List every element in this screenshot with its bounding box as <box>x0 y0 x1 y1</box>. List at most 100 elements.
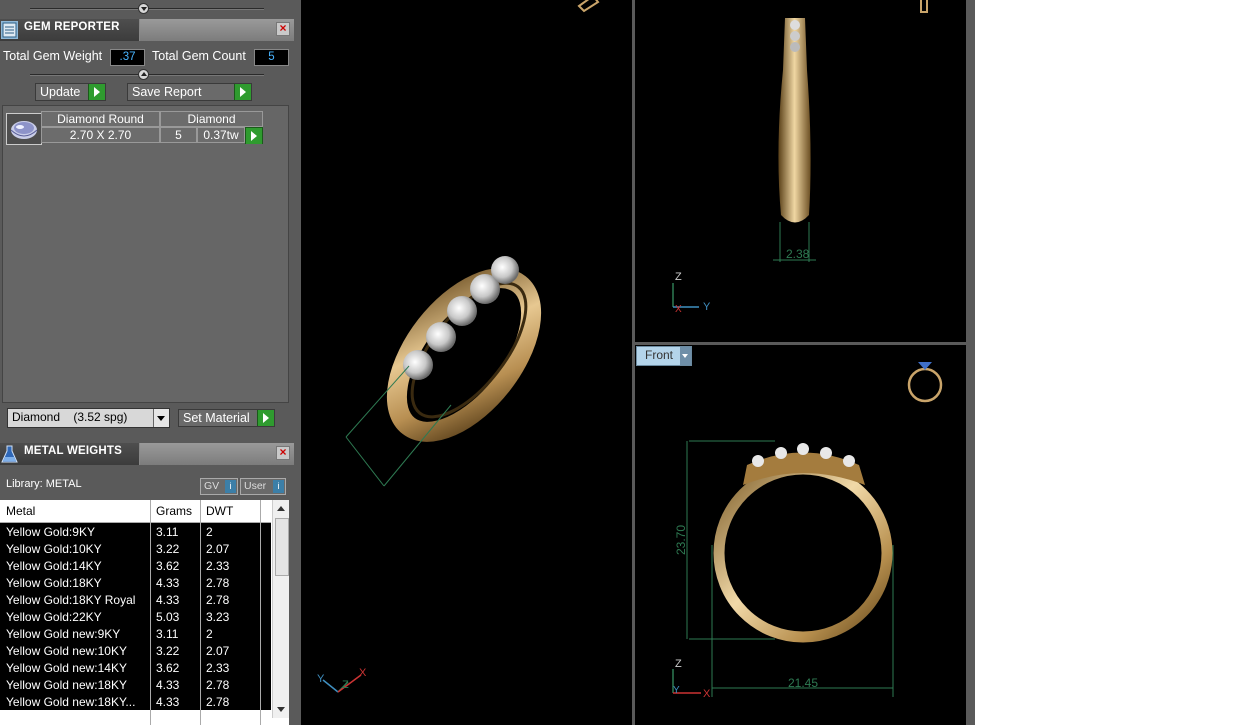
collapse-down-icon[interactable] <box>138 69 149 80</box>
table-row[interactable]: Yellow Gold new:10KY 3.22 2.07 <box>0 642 271 660</box>
left-panel: GEM REPORTER × Total Gem Weight .37 Tota… <box>0 0 294 725</box>
cell-grams: 3.22 <box>156 542 180 556</box>
cell-dwt: 2.07 <box>206 542 230 556</box>
table-row[interactable]: Yellow Gold:9KY 3.11 2 <box>0 523 271 541</box>
cell-metal: Yellow Gold new:18KY... <box>6 695 136 709</box>
table-row[interactable]: Yellow Gold new:14KY 3.62 2.33 <box>0 659 271 677</box>
cell-grams: 3.22 <box>156 644 180 658</box>
svg-text:Y: Y <box>703 301 711 313</box>
save-report-button[interactable]: Save Report <box>127 83 252 101</box>
table-row[interactable]: Yellow Gold:10KY 3.22 2.07 <box>0 540 271 558</box>
table-scrollbar[interactable] <box>272 500 289 718</box>
cell-dwt: 2 <box>206 627 213 641</box>
library-label: Library: METAL <box>6 478 82 490</box>
front-viewport[interactable]: Front 23.70 21.45 Z X Y <box>635 345 966 725</box>
cell-grams: 3.11 <box>156 627 179 641</box>
svg-text:Z: Z <box>342 679 349 691</box>
viewport-divider-right[interactable] <box>966 0 975 725</box>
cell-metal: Yellow Gold:10KY <box>6 542 102 556</box>
scroll-up-icon[interactable] <box>277 506 285 511</box>
cell-metal: Yellow Gold new:10KY <box>6 644 127 658</box>
cell-grams: 3.11 <box>156 525 179 539</box>
metal-weights-tab[interactable]: METAL WEIGHTS <box>0 443 140 465</box>
cell-grams: 3.62 <box>156 661 180 675</box>
column-dwt[interactable]: DWT <box>206 504 233 518</box>
cell-metal: Yellow Gold:18KY Royal <box>6 593 136 607</box>
cell-metal: Yellow Gold:22KY <box>6 610 102 624</box>
gem-detail-button[interactable] <box>245 127 263 144</box>
axis-gizmo-side: Z Y X <box>672 271 711 315</box>
scroll-down-icon[interactable] <box>277 707 285 712</box>
user-toggle[interactable]: User i <box>240 478 286 495</box>
cell-metal: Yellow Gold new:9KY <box>6 627 121 641</box>
panel-splitter-top[interactable] <box>0 2 294 16</box>
dropdown-arrow-icon[interactable] <box>680 347 691 365</box>
cell-dwt: 2.07 <box>206 644 230 658</box>
gem-material: Diamond <box>160 111 263 127</box>
svg-text:Z: Z <box>675 658 682 670</box>
cell-grams: 5.03 <box>156 610 180 624</box>
axis-gizmo-perspective: Y Z X <box>317 667 367 693</box>
cell-dwt: 2.33 <box>206 559 230 573</box>
cell-dwt: 2.78 <box>206 678 230 692</box>
cell-grams: 3.62 <box>156 559 180 573</box>
table-row[interactable]: Yellow Gold new:9KY 3.11 2 <box>0 625 271 643</box>
svg-text:X: X <box>675 304 682 315</box>
cell-dwt: 2.78 <box>206 593 230 607</box>
gem-reporter-tab[interactable]: GEM REPORTER <box>0 19 140 41</box>
table-row[interactable]: Yellow Gold:22KY 5.03 3.23 <box>0 608 271 626</box>
view-select-front[interactable]: Front <box>636 346 692 366</box>
svg-text:Z: Z <box>675 271 682 283</box>
cell-metal: Yellow Gold new:18KY <box>6 678 127 692</box>
column-metal[interactable]: Metal <box>6 504 35 518</box>
svg-text:2.38: 2.38 <box>786 247 810 261</box>
table-row[interactable]: Yellow Gold new:18KY 4.33 2.78 <box>0 676 271 694</box>
update-button[interactable]: Update <box>35 83 106 101</box>
panel-divider[interactable] <box>294 0 301 725</box>
cell-grams: 4.33 <box>156 678 180 692</box>
scroll-thumb[interactable] <box>275 518 289 576</box>
gv-toggle[interactable]: GV i <box>200 478 238 495</box>
cell-dwt: 2 <box>206 525 213 539</box>
gem-reporter-titlebar: GEM REPORTER × <box>0 19 294 41</box>
gem-count: 5 <box>160 127 197 143</box>
panel-splitter-mid[interactable] <box>0 68 294 82</box>
play-arrow-icon <box>245 128 262 144</box>
info-icon: i <box>225 480 236 493</box>
material-select[interactable]: Diamond (3.52 spg) <box>7 408 170 428</box>
table-row[interactable]: Yellow Gold:18KY Royal 4.33 2.78 <box>0 591 271 609</box>
play-arrow-icon <box>234 84 251 100</box>
ring-front: 23.70 21.45 <box>674 440 894 697</box>
cell-metal: Yellow Gold:18KY <box>6 576 102 590</box>
svg-text:21.45: 21.45 <box>788 676 818 690</box>
navigation-icon[interactable] <box>577 0 600 13</box>
ring-thumbnail-icon[interactable] <box>907 362 943 403</box>
perspective-viewport[interactable]: Y Z X <box>301 0 632 725</box>
close-icon[interactable]: × <box>276 22 290 36</box>
gem-size: 2.70 X 2.70 <box>41 127 160 143</box>
set-material-button[interactable]: Set Material <box>178 409 275 427</box>
total-gem-count-value: 5 <box>254 49 289 66</box>
ring-side: 2.38 <box>773 18 816 262</box>
table-row[interactable]: Yellow Gold new:18KY... 4.33 2.78 <box>0 693 271 711</box>
column-grams[interactable]: Grams <box>156 504 192 518</box>
close-icon[interactable]: × <box>276 446 290 460</box>
cell-metal: Yellow Gold:9KY <box>6 525 95 539</box>
table-header: Metal Grams DWT <box>0 500 271 523</box>
axis-gizmo-front: Z X Y <box>672 658 711 700</box>
svg-text:X: X <box>703 688 711 700</box>
round-diamond-icon[interactable] <box>6 113 42 145</box>
play-arrow-icon <box>257 410 274 426</box>
navigation-icon[interactable] <box>920 0 928 13</box>
cell-metal: Yellow Gold new:14KY <box>6 661 127 675</box>
metal-weights-title: METAL WEIGHTS <box>24 445 123 457</box>
gem-reporter-title: GEM REPORTER <box>24 21 120 33</box>
collapse-up-icon[interactable] <box>138 3 149 14</box>
svg-text:X: X <box>359 667 367 679</box>
table-row[interactable]: Yellow Gold:18KY 4.33 2.78 <box>0 574 271 592</box>
dropdown-arrow-icon[interactable] <box>153 409 169 427</box>
gem-list: Diamond Round Diamond 2.70 X 2.70 5 0.37… <box>2 105 289 403</box>
side-viewport[interactable]: 2.38 Z Y X <box>635 0 966 342</box>
gem-shape: Diamond Round <box>41 111 160 127</box>
table-row[interactable]: Yellow Gold:14KY 3.62 2.33 <box>0 557 271 575</box>
